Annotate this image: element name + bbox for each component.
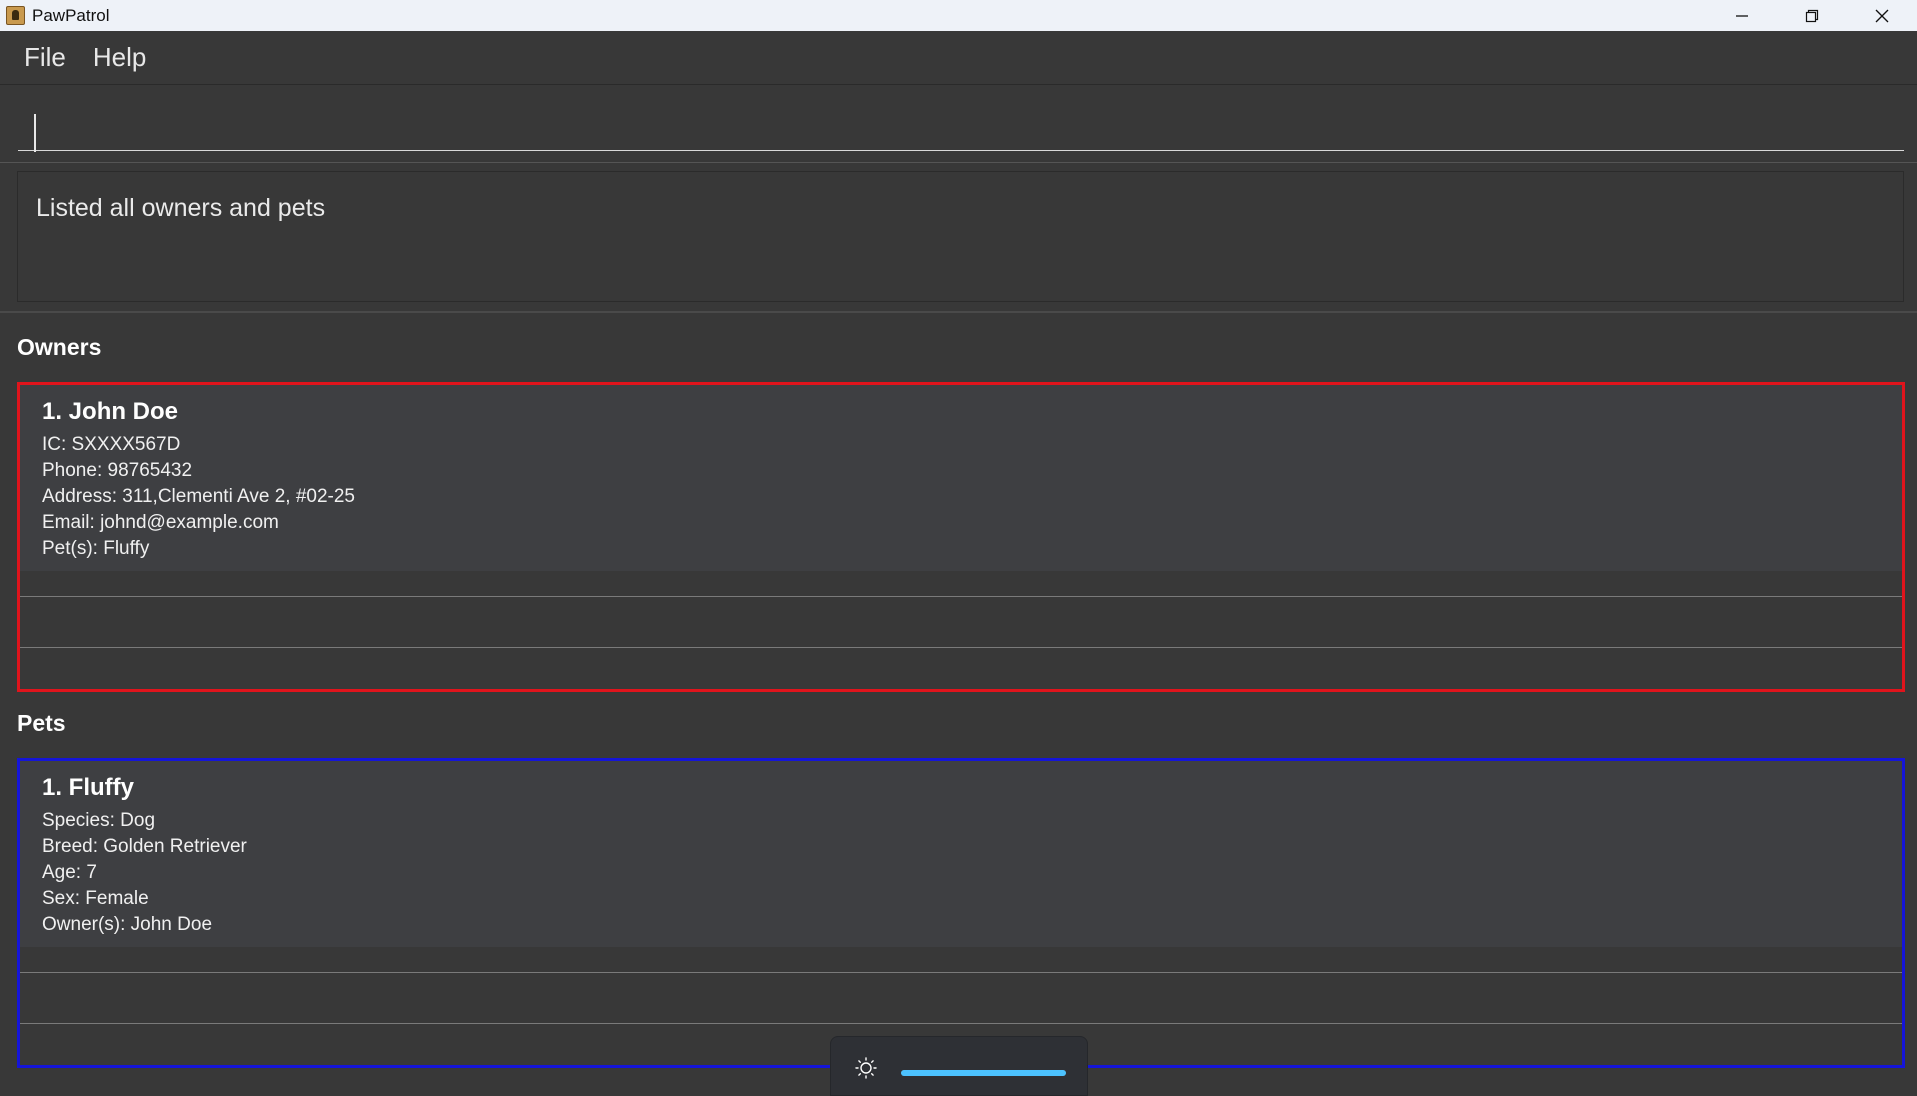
pets-heading: Pets [17, 710, 66, 736]
brightness-flyout [830, 1036, 1088, 1096]
title-bar: PawPatrol [0, 0, 1917, 31]
command-input[interactable] [18, 100, 1904, 152]
close-icon [1875, 9, 1889, 22]
pet-species: Species: Dog [42, 810, 156, 831]
window-title: PawPatrol [32, 5, 110, 25]
text-caret [34, 114, 36, 152]
owner-email: Email: johnd@example.com [42, 512, 279, 533]
owners-heading: Owners [17, 334, 102, 360]
list-empty-row [20, 647, 1902, 689]
owner-address: Address: 311,Clementi Ave 2, #02-25 [42, 486, 355, 507]
owner-name: 1. John Doe [42, 398, 179, 425]
pet-breed: Breed: Golden Retriever [42, 836, 247, 857]
restore-icon [1805, 9, 1819, 22]
restore-button[interactable] [1777, 0, 1847, 31]
list-empty-row [20, 596, 1902, 647]
brightness-slider[interactable] [901, 1070, 1066, 1076]
menu-bar: File Help [0, 31, 1917, 85]
brightness-level-fill [901, 1070, 1066, 1076]
app-icon [6, 6, 25, 25]
list-empty-row [20, 972, 1902, 1023]
pets-list[interactable]: 1. Fluffy Species: Dog Breed: Golden Ret… [17, 758, 1905, 1068]
minimize-button[interactable] [1707, 0, 1777, 31]
list-empty-row [20, 571, 1902, 596]
menu-help[interactable]: Help [93, 42, 146, 73]
pet-card[interactable]: 1. Fluffy Species: Dog Breed: Golden Ret… [20, 761, 1902, 947]
pet-owners: Owner(s): John Doe [42, 914, 213, 935]
close-button[interactable] [1847, 0, 1917, 31]
menu-file[interactable]: File [24, 42, 66, 73]
pet-name: 1. Fluffy [42, 774, 135, 801]
result-display: Listed all owners and pets [17, 171, 1904, 302]
minimize-icon [1736, 14, 1748, 17]
owner-ic: IC: SXXXX567D [42, 434, 181, 455]
brightness-icon [855, 1057, 877, 1079]
result-message: Listed all owners and pets [36, 194, 326, 222]
pet-sex: Sex: Female [42, 888, 149, 909]
pet-age: Age: 7 [42, 862, 97, 883]
owner-phone: Phone: 98765432 [42, 460, 193, 481]
window-controls [1707, 0, 1917, 31]
owners-list[interactable]: 1. John Doe IC: SXXXX567D Phone: 9876543… [17, 382, 1905, 692]
owner-pets: Pet(s): Fluffy [42, 538, 150, 559]
result-display-area: Listed all owners and pets [0, 163, 1917, 313]
list-empty-row [20, 947, 1902, 972]
owner-card[interactable]: 1. John Doe IC: SXXXX567D Phone: 9876543… [20, 385, 1902, 571]
command-box [0, 86, 1917, 163]
